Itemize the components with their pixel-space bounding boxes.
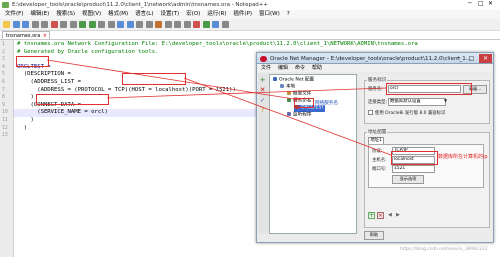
annotation-lines (46, 59, 392, 156)
annotation-line-host (183, 77, 392, 156)
host-annotation-text: 数据库所在计算机的ip (438, 154, 488, 160)
annotation-line-service (106, 87, 387, 99)
annotation-line-alias (46, 59, 301, 101)
tree-annotation-text: 网络服务名 (315, 101, 338, 106)
watermark-text: https://blog.csdn.net/weixin_38962312 (400, 247, 488, 252)
